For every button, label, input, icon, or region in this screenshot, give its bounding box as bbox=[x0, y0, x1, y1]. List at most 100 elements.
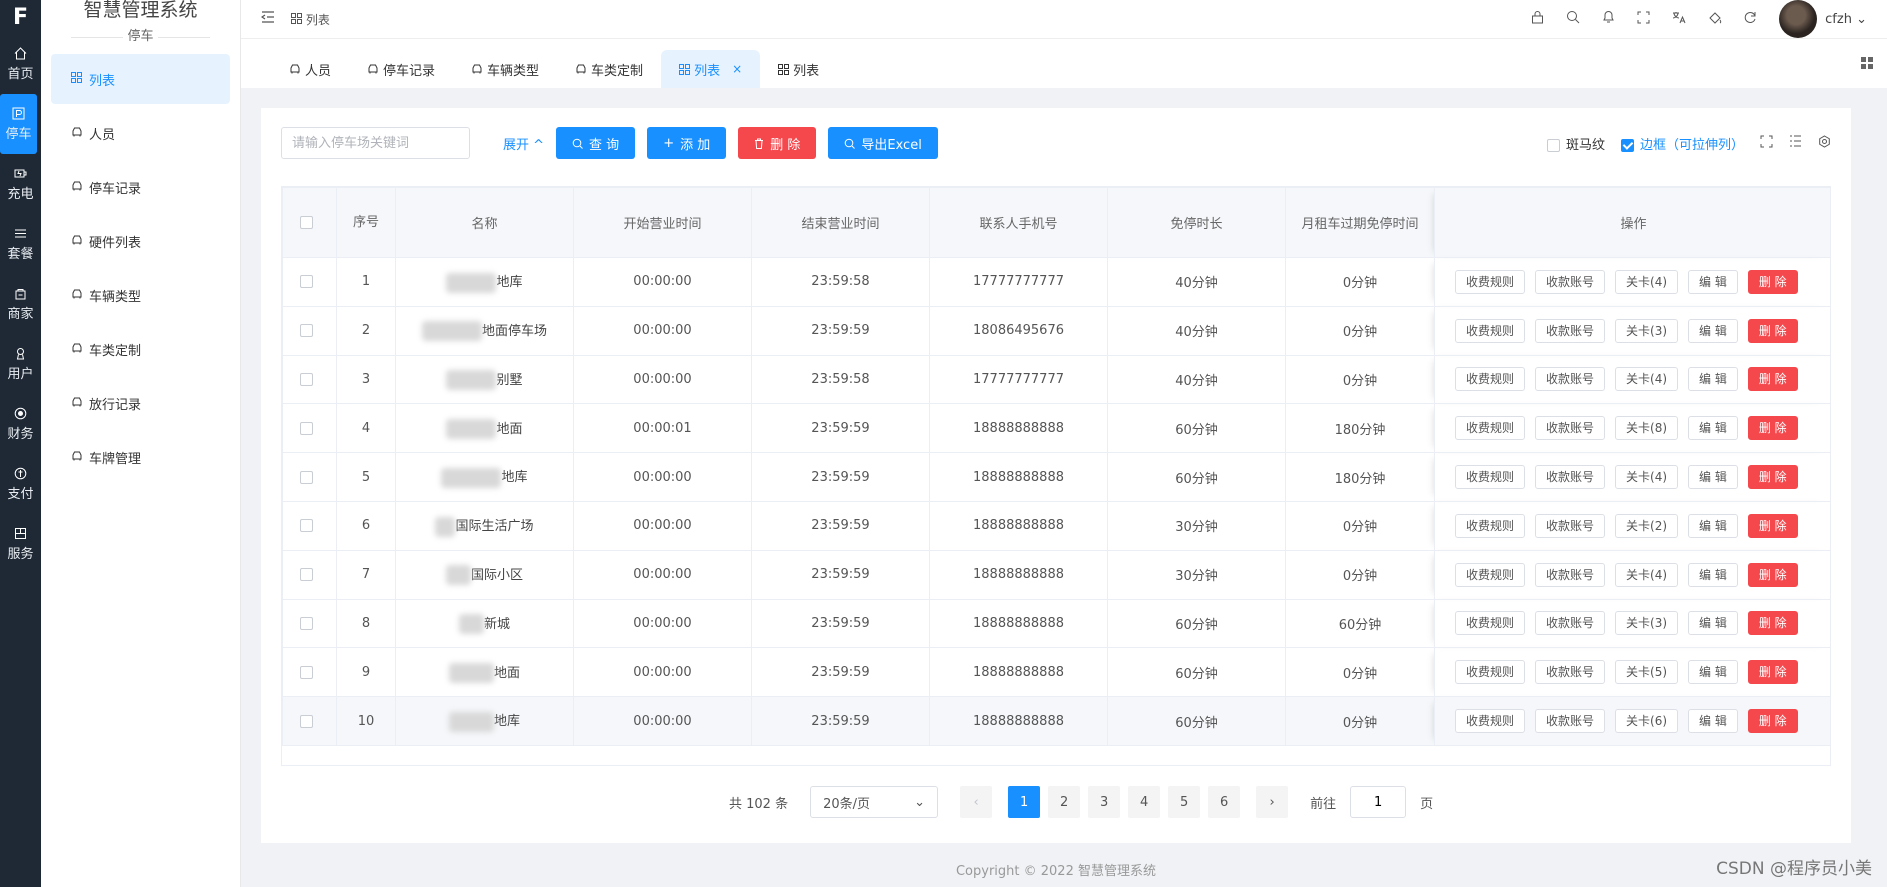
gate-button[interactable]: 关卡(4) bbox=[1615, 562, 1679, 587]
table-row[interactable]: 3 别墅 00:00:00 23:59:58 17777777777 40分钟 0分钟 收费规… bbox=[282, 354, 1830, 405]
delete-button[interactable]: 删 除 bbox=[738, 127, 817, 159]
fullscreen-icon[interactable] bbox=[1637, 11, 1650, 28]
table-row[interactable]: 5 地库 00:00:00 23:59:59 18888888888 60分钟 180分钟收… bbox=[282, 452, 1830, 502]
bell-icon[interactable] bbox=[1602, 10, 1615, 28]
gate-button[interactable]: 关卡(4) bbox=[1615, 465, 1679, 490]
page-button[interactable]: 5 bbox=[1168, 786, 1201, 818]
rail-item[interactable]: 商家 bbox=[0, 274, 41, 334]
rail-item[interactable]: 充电 bbox=[0, 154, 41, 214]
page-button[interactable]: 2 bbox=[1048, 786, 1081, 818]
fee-rule-button[interactable]: 收费规则 bbox=[1455, 416, 1526, 441]
rail-item[interactable]: 套餐 bbox=[0, 214, 41, 274]
fee-rule-button[interactable]: 收费规则 bbox=[1455, 269, 1526, 294]
tab[interactable]: 人员 bbox=[271, 50, 349, 88]
rail-item[interactable]: 用户 bbox=[0, 334, 41, 394]
close-icon[interactable]: × bbox=[732, 62, 742, 76]
row-checkbox[interactable] bbox=[300, 372, 313, 386]
tab[interactable]: 车辆类型 bbox=[453, 50, 557, 88]
row-select-cell[interactable] bbox=[282, 500, 337, 551]
delete-row-button[interactable]: 删 除 bbox=[1747, 416, 1798, 441]
collapse-menu-icon[interactable] bbox=[260, 11, 275, 27]
table-row[interactable]: 6 国际生活广场 00:00:00 23:59:59 18888888888 30分钟 0分… bbox=[282, 500, 1830, 551]
subnav-item[interactable]: 放行记录 bbox=[51, 378, 230, 428]
gate-button[interactable]: 关卡(4) bbox=[1615, 269, 1679, 294]
gate-button[interactable]: 关卡(2) bbox=[1615, 513, 1679, 538]
table-row[interactable]: 1 地库 00:00:00 23:59:58 17777777777 40分钟 0分钟 收费规… bbox=[282, 257, 1830, 307]
search-input[interactable] bbox=[281, 127, 470, 159]
row-checkbox[interactable] bbox=[300, 519, 313, 533]
add-button[interactable]: + 添 加 bbox=[647, 127, 727, 159]
next-page-button[interactable]: › bbox=[1256, 786, 1289, 818]
edit-button[interactable]: 编 辑 bbox=[1688, 562, 1738, 587]
gate-button[interactable]: 关卡(8) bbox=[1615, 416, 1679, 441]
fee-rule-button[interactable]: 收费规则 bbox=[1455, 513, 1526, 538]
account-button[interactable]: 收款账号 bbox=[1535, 660, 1606, 685]
edit-button[interactable]: 编 辑 bbox=[1688, 367, 1738, 392]
tab[interactable]: 列表 bbox=[760, 50, 837, 88]
edit-button[interactable]: 编 辑 bbox=[1688, 611, 1738, 636]
delete-row-button[interactable]: 删 除 bbox=[1747, 513, 1798, 538]
delete-row-button[interactable]: 删 除 bbox=[1747, 318, 1798, 343]
edit-button[interactable]: 编 辑 bbox=[1688, 660, 1738, 685]
account-button[interactable]: 收款账号 bbox=[1535, 416, 1606, 441]
row-checkbox[interactable] bbox=[300, 616, 313, 630]
delete-row-button[interactable]: 删 除 bbox=[1747, 611, 1798, 636]
row-checkbox[interactable] bbox=[300, 714, 313, 728]
account-button[interactable]: 收款账号 bbox=[1535, 269, 1606, 294]
row-select-cell[interactable] bbox=[282, 598, 337, 649]
export-excel-button[interactable]: 导出Excel bbox=[828, 127, 938, 159]
row-checkbox[interactable] bbox=[300, 568, 313, 582]
row-select-cell[interactable] bbox=[282, 403, 337, 454]
fee-rule-button[interactable]: 收费规则 bbox=[1455, 562, 1526, 587]
delete-row-button[interactable]: 删 除 bbox=[1747, 269, 1798, 294]
expand-toggle[interactable]: 展开 ^ bbox=[503, 134, 544, 153]
fee-rule-button[interactable]: 收费规则 bbox=[1455, 660, 1526, 685]
page-button[interactable]: 4 bbox=[1128, 786, 1161, 818]
fee-rule-button[interactable]: 收费规则 bbox=[1455, 709, 1526, 734]
lock-icon[interactable] bbox=[1531, 10, 1544, 28]
refresh-icon[interactable] bbox=[1744, 11, 1757, 28]
row-checkbox[interactable] bbox=[300, 421, 313, 435]
account-button[interactable]: 收款账号 bbox=[1535, 562, 1606, 587]
subnav-item[interactable]: 停车记录 bbox=[51, 162, 230, 212]
row-select-cell[interactable] bbox=[282, 354, 337, 405]
goto-page-input[interactable] bbox=[1350, 786, 1407, 818]
border-checkbox[interactable]: 边框（可拉伸列） bbox=[1620, 134, 1744, 153]
account-button[interactable]: 收款账号 bbox=[1535, 611, 1606, 636]
delete-row-button[interactable]: 删 除 bbox=[1747, 465, 1798, 490]
edit-button[interactable]: 编 辑 bbox=[1688, 416, 1738, 441]
prev-page-button[interactable]: ‹ bbox=[960, 786, 993, 818]
gate-button[interactable]: 关卡(5) bbox=[1615, 660, 1679, 685]
avatar[interactable] bbox=[1779, 0, 1818, 38]
row-checkbox[interactable] bbox=[300, 470, 313, 484]
row-select-cell[interactable] bbox=[282, 647, 337, 698]
translate-icon[interactable] bbox=[1672, 11, 1686, 28]
gate-button[interactable]: 关卡(4) bbox=[1615, 367, 1679, 392]
subnav-item[interactable]: 人员 bbox=[51, 108, 230, 158]
theme-icon[interactable] bbox=[1708, 11, 1722, 28]
zebra-checkbox[interactable]: 斑马纹 bbox=[1546, 134, 1605, 153]
table-row[interactable]: 9 地面 00:00:00 23:59:59 18888888888 60分钟 0分钟 收费规… bbox=[282, 647, 1830, 698]
table-row[interactable]: 7 国际小区 00:00:00 23:59:59 18888888888 30分钟 0分钟收… bbox=[282, 549, 1830, 600]
fee-rule-button[interactable]: 收费规则 bbox=[1455, 318, 1526, 343]
edit-button[interactable]: 编 辑 bbox=[1688, 318, 1738, 343]
row-checkbox[interactable] bbox=[300, 275, 313, 289]
row-checkbox[interactable] bbox=[300, 324, 313, 338]
subnav-item[interactable]: 车牌管理 bbox=[51, 432, 230, 482]
gate-button[interactable]: 关卡(3) bbox=[1615, 318, 1679, 343]
row-select-cell[interactable] bbox=[282, 696, 337, 746]
row-checkbox[interactable] bbox=[300, 665, 313, 679]
table-row[interactable]: 2 地面停车场 00:00:00 23:59:59 18086495676 40分钟 0分钟… bbox=[282, 305, 1830, 356]
delete-row-button[interactable]: 删 除 bbox=[1747, 660, 1798, 685]
delete-row-button[interactable]: 删 除 bbox=[1747, 367, 1798, 392]
tab[interactable]: 列表 × bbox=[661, 50, 761, 88]
column-settings-icon[interactable] bbox=[1789, 135, 1802, 151]
account-button[interactable]: 收款账号 bbox=[1535, 367, 1606, 392]
account-button[interactable]: 收款账号 bbox=[1535, 318, 1606, 343]
fee-rule-button[interactable]: 收费规则 bbox=[1455, 465, 1526, 490]
tab[interactable]: 车类定制 bbox=[557, 50, 661, 88]
rail-item[interactable]: 服务 bbox=[0, 514, 41, 574]
rail-item[interactable]: 停车 bbox=[0, 94, 37, 154]
account-button[interactable]: 收款账号 bbox=[1535, 709, 1606, 734]
edit-button[interactable]: 编 辑 bbox=[1688, 513, 1738, 538]
